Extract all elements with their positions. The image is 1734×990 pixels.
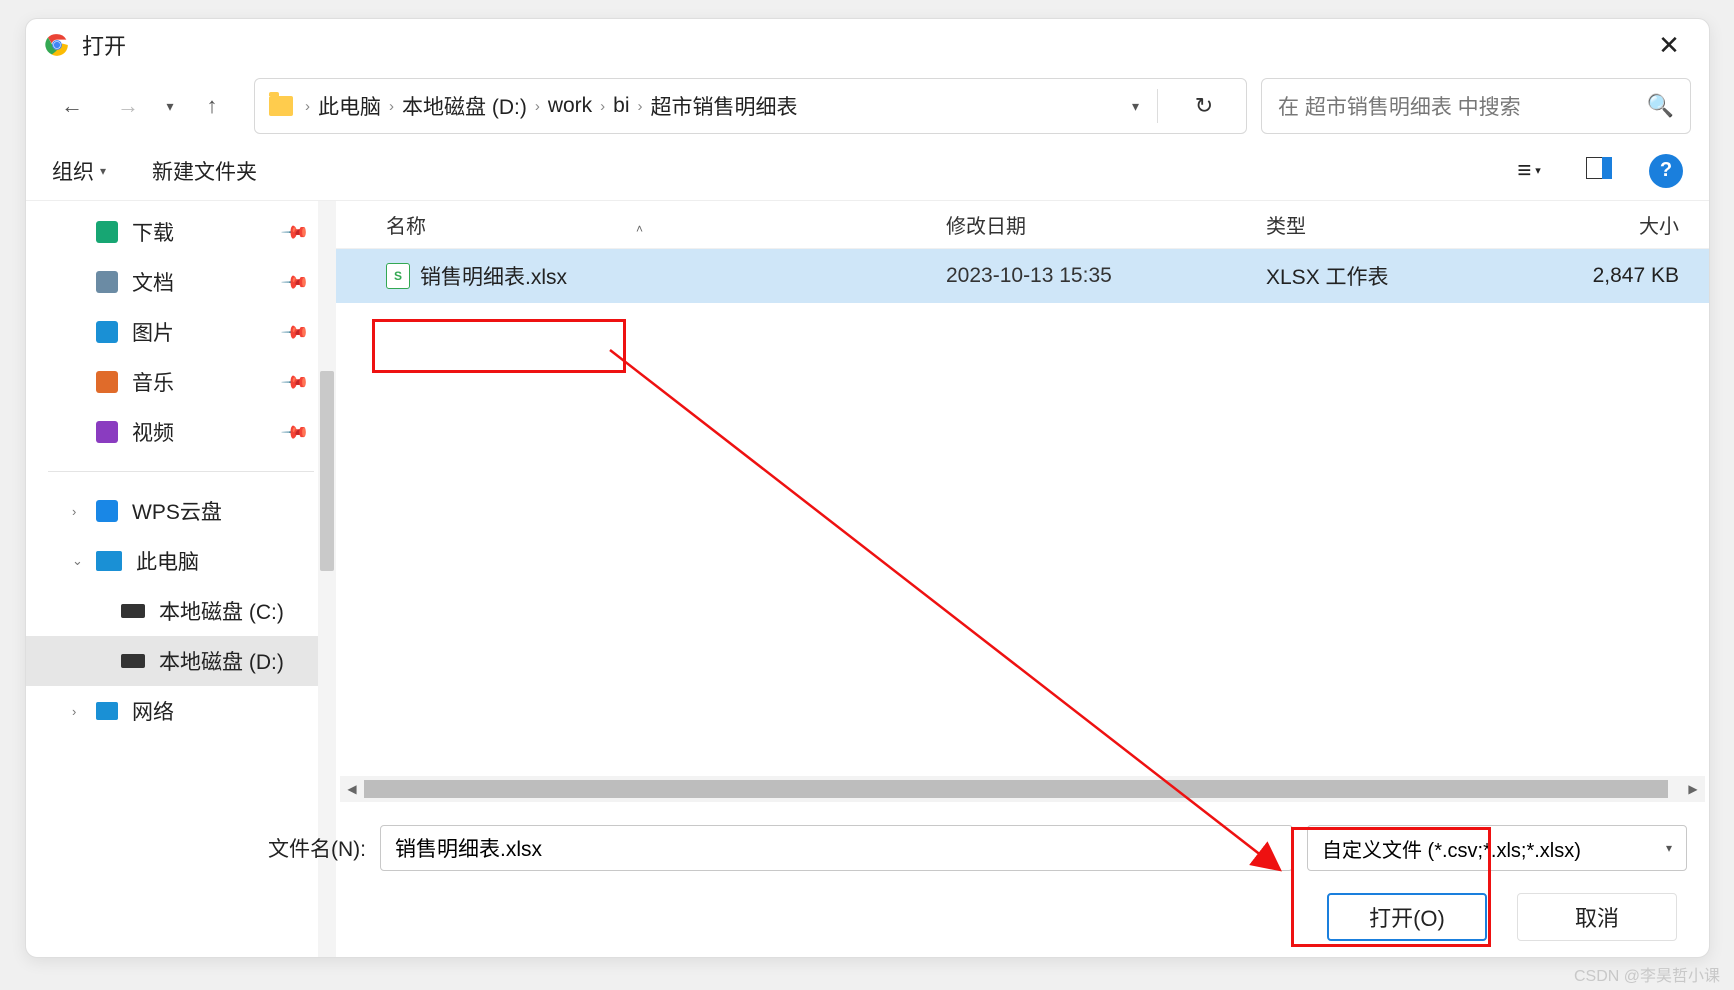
dialog-footer: 文件名(N): 自定义文件 (*.csv;*.xls;*.xlsx) ▾ 打开(… <box>26 807 1709 957</box>
scrollbar-thumb[interactable] <box>364 780 1668 798</box>
column-name[interactable]: 名称˄ <box>386 210 946 239</box>
organize-label: 组织 <box>52 156 94 186</box>
help-button[interactable]: ? <box>1649 154 1683 188</box>
search-icon: 🔍 <box>1647 93 1674 119</box>
chevron-right-icon: › <box>72 504 76 519</box>
list-view-icon: ≡ <box>1517 157 1531 185</box>
disk-icon <box>121 604 145 618</box>
sidebar-item-videos[interactable]: 视频📌 <box>26 407 336 457</box>
breadcrumb-sep: › <box>305 98 310 115</box>
file-size: 2,847 KB <box>1546 264 1709 288</box>
breadcrumb-4[interactable]: 超市销售明细表 <box>649 91 800 121</box>
arrow-right-icon: → <box>117 93 139 119</box>
xlsx-file-icon: S <box>386 263 410 289</box>
sidebar-item-documents[interactable]: 文档📌 <box>26 257 336 307</box>
breadcrumb-0[interactable]: 此电脑 <box>316 91 383 121</box>
chevron-down-icon: ▾ <box>1666 841 1672 855</box>
back-button[interactable]: ← <box>44 78 100 134</box>
file-type: XLSX 工作表 <box>1266 261 1546 291</box>
pc-icon <box>96 551 122 571</box>
video-icon <box>96 421 118 443</box>
filename-label: 文件名(N): <box>268 833 366 863</box>
close-icon: ✕ <box>1658 30 1680 61</box>
scrollbar-thumb[interactable] <box>320 371 334 571</box>
organize-menu[interactable]: 组织 ▾ <box>52 156 106 186</box>
chrome-icon <box>44 32 70 58</box>
sidebar-item-pictures[interactable]: 图片📌 <box>26 307 336 357</box>
cancel-button[interactable]: 取消 <box>1517 893 1677 941</box>
column-type[interactable]: 类型 <box>1266 210 1546 239</box>
chevron-down-icon: ▾ <box>100 164 106 178</box>
search-box[interactable]: 在 超市销售明细表 中搜索 🔍 <box>1261 78 1691 134</box>
wps-icon <box>96 500 118 522</box>
chevron-down-icon: ▾ <box>166 98 173 115</box>
arrow-up-icon: ↑ <box>207 93 218 119</box>
column-date[interactable]: 修改日期 <box>946 210 1266 239</box>
scroll-left-icon[interactable]: ◀ <box>340 776 364 802</box>
picture-icon <box>96 321 118 343</box>
nav-row: ← → ▾ ↑ › 此电脑 › 本地磁盘 (D:) › work › bi › … <box>26 71 1709 141</box>
sidebar-item-downloads[interactable]: 下载📌 <box>26 207 336 257</box>
pin-icon: 📌 <box>279 267 310 298</box>
forward-button[interactable]: → <box>100 78 156 134</box>
filename-input[interactable] <box>380 825 1293 871</box>
sidebar-divider <box>48 471 314 472</box>
refresh-icon: ↻ <box>1195 93 1213 119</box>
breadcrumb-2[interactable]: work <box>546 94 594 118</box>
disk-icon <box>121 654 145 668</box>
help-icon: ? <box>1660 159 1672 182</box>
toolbar: 组织 ▾ 新建文件夹 ≡ ▾ ? <box>26 141 1709 201</box>
search-placeholder: 在 超市销售明细表 中搜索 <box>1278 91 1647 121</box>
sidebar-item-disk-d[interactable]: 本地磁盘 (D:) <box>26 636 336 686</box>
document-icon <box>96 271 118 293</box>
address-bar[interactable]: › 此电脑 › 本地磁盘 (D:) › work › bi › 超市销售明细表 … <box>254 78 1247 134</box>
sidebar-item-music[interactable]: 音乐📌 <box>26 357 336 407</box>
chevron-down-icon: ⌄ <box>72 553 83 569</box>
view-menu[interactable]: ≡ ▾ <box>1509 151 1549 191</box>
sidebar-item-disk-c[interactable]: 本地磁盘 (C:) <box>26 586 336 636</box>
filetype-value: 自定义文件 (*.csv;*.xls;*.xlsx) <box>1322 834 1581 863</box>
music-icon <box>96 371 118 393</box>
chevron-right-icon: › <box>72 704 76 719</box>
file-date: 2023-10-13 15:35 <box>946 264 1266 288</box>
scroll-right-icon[interactable]: ▶ <box>1681 776 1705 802</box>
chevron-down-icon: ▾ <box>1535 164 1541 177</box>
pin-icon: 📌 <box>279 317 310 348</box>
close-button[interactable]: ✕ <box>1647 23 1691 67</box>
recent-dropdown[interactable]: ▾ <box>156 78 184 134</box>
dialog-title: 打开 <box>82 29 126 61</box>
preview-pane-button[interactable] <box>1579 151 1619 191</box>
column-headers: 名称˄ 修改日期 类型 大小 <box>336 201 1709 249</box>
watermark: CSDN @李昊哲小课 <box>1574 962 1720 986</box>
new-folder-button[interactable]: 新建文件夹 <box>152 156 257 186</box>
sort-indicator-icon: ˄ <box>636 222 643 236</box>
file-open-dialog: 打开 ✕ ← → ▾ ↑ › 此电脑 › 本地磁盘 (D:) › work › … <box>25 18 1710 958</box>
network-icon <box>96 702 118 720</box>
sidebar-item-wps[interactable]: ›WPS云盘 <box>26 486 336 536</box>
up-button[interactable]: ↑ <box>184 78 240 134</box>
open-button[interactable]: 打开(O) <box>1327 893 1487 941</box>
column-size[interactable]: 大小 <box>1546 210 1709 239</box>
pin-icon: 📌 <box>279 367 310 398</box>
titlebar: 打开 ✕ <box>26 19 1709 71</box>
folder-icon <box>269 96 293 116</box>
pin-icon: 📌 <box>279 417 310 448</box>
sidebar-item-network[interactable]: ›网络 <box>26 686 336 736</box>
preview-pane-icon <box>1586 157 1612 185</box>
filetype-select[interactable]: 自定义文件 (*.csv;*.xls;*.xlsx) ▾ <box>1307 825 1687 871</box>
download-icon <box>96 221 118 243</box>
breadcrumb-1[interactable]: 本地磁盘 (D:) <box>400 91 529 121</box>
file-name: 销售明细表.xlsx <box>420 261 946 291</box>
breadcrumb-3[interactable]: bi <box>611 94 631 118</box>
arrow-left-icon: ← <box>61 93 83 119</box>
sidebar-item-thispc[interactable]: ⌄此电脑 <box>26 536 336 586</box>
refresh-button[interactable]: ↻ <box>1176 93 1232 119</box>
file-row[interactable]: S 销售明细表.xlsx 2023-10-13 15:35 XLSX 工作表 2… <box>336 249 1709 303</box>
horizontal-scrollbar[interactable]: ◀ ▶ <box>340 776 1705 802</box>
address-chevron-down-icon[interactable]: ▾ <box>1132 98 1139 115</box>
pin-icon: 📌 <box>279 217 310 248</box>
